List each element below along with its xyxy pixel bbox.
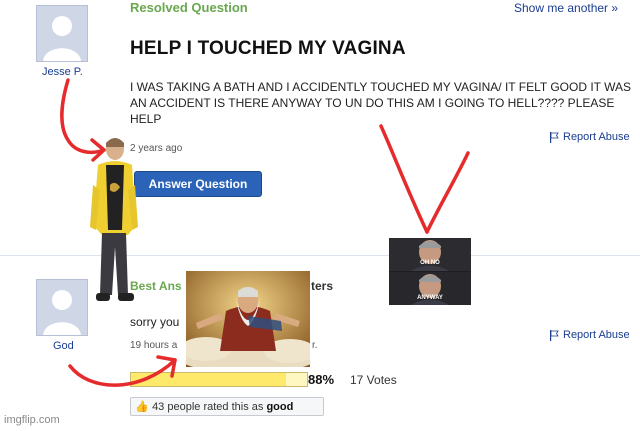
jesse-cutout-image <box>88 135 140 305</box>
reaction-caption-top: OH NO <box>420 260 440 266</box>
reaction-meme-image: OH NO ANYWAY <box>389 238 471 305</box>
reaction-caption-bottom: ANYWAY <box>417 295 443 301</box>
god-painting-image <box>186 271 310 367</box>
arrow-to-reaction-right <box>425 151 470 234</box>
arrow-from-god <box>68 358 177 387</box>
imgflip-watermark: imgflip.com <box>4 414 60 426</box>
arrow-to-reaction-left <box>379 124 429 234</box>
